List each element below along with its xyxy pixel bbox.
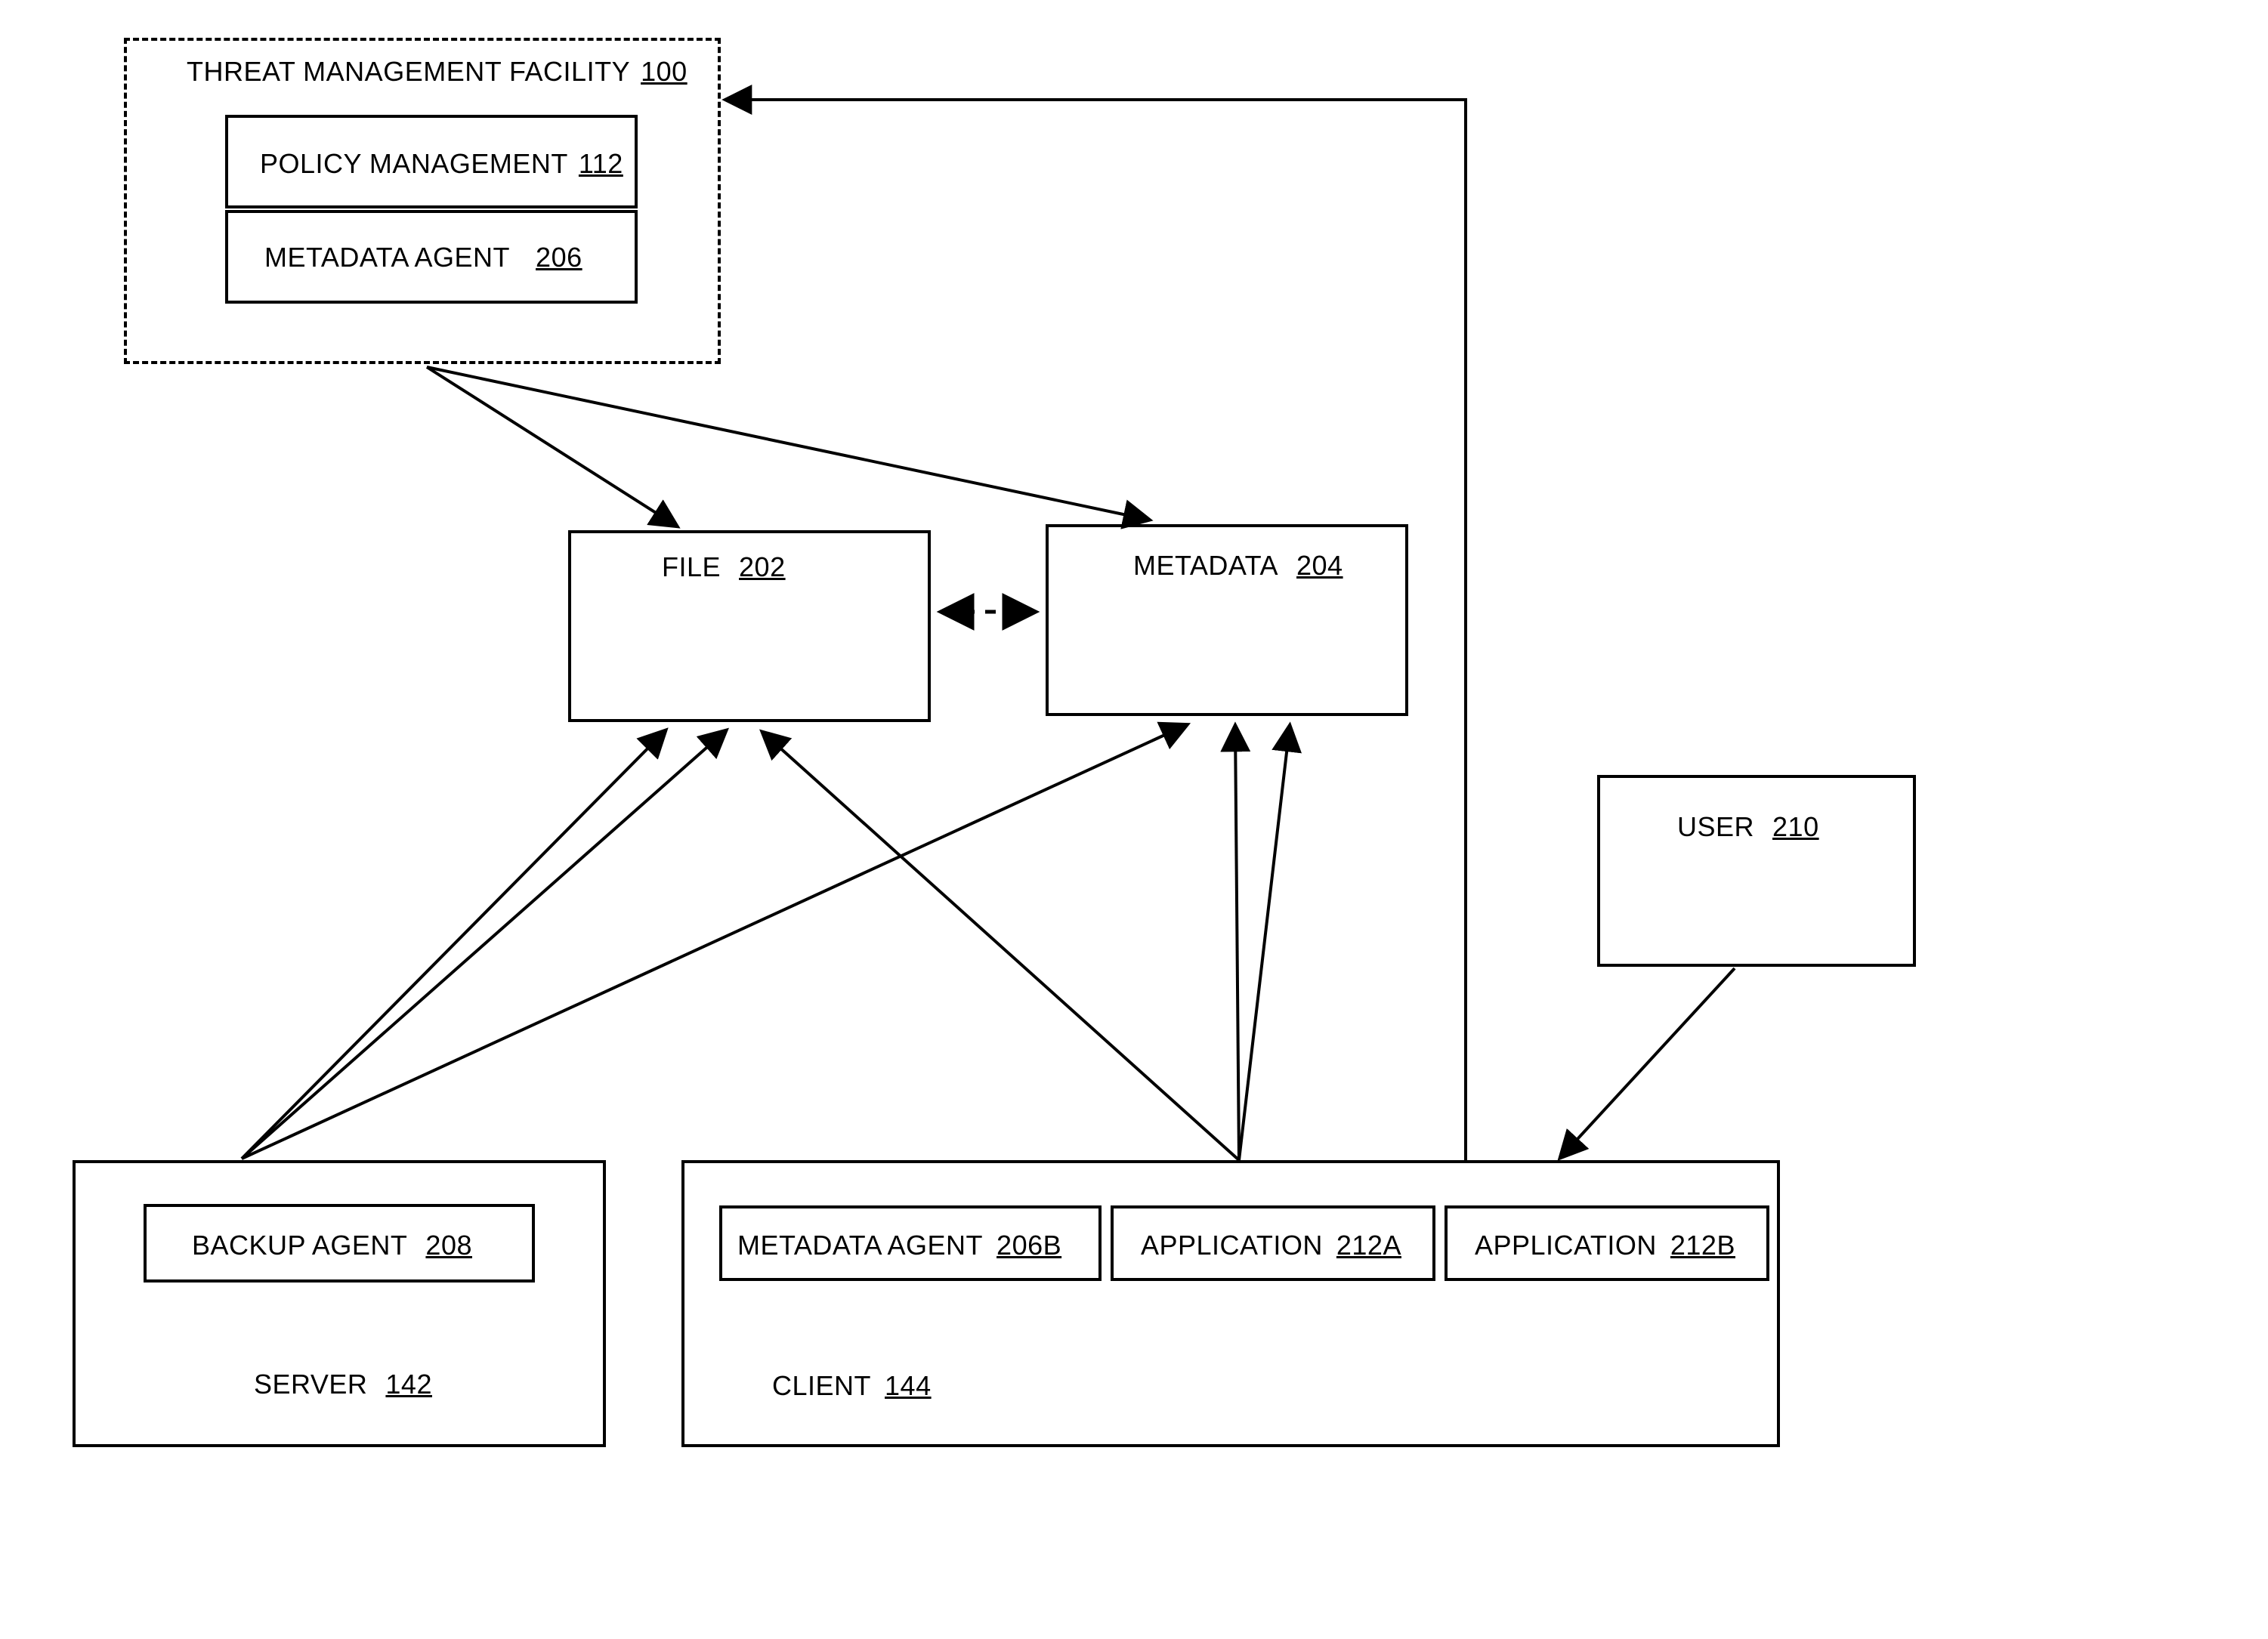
client-title: CLIENT144	[772, 1370, 932, 1402]
user-box	[1597, 775, 1916, 967]
policy-title: POLICY MANAGEMENT112	[260, 148, 623, 180]
metadata-agent-title: METADATA AGENT206	[264, 242, 582, 273]
tmf-title: THREAT MANAGEMENT FACILITY100	[187, 56, 688, 88]
server-box	[73, 1160, 606, 1447]
backup-agent-title: BACKUP AGENT208	[192, 1230, 472, 1261]
file-title: FILE202	[662, 551, 786, 583]
application-a-title: APPLICATION212A	[1141, 1230, 1401, 1261]
metadata-title: METADATA204	[1133, 550, 1343, 582]
server-title: SERVER142	[254, 1369, 432, 1400]
user-title: USER210	[1677, 811, 1819, 843]
diagram-canvas: THREAT MANAGEMENT FACILITY100 POLICY MAN…	[0, 0, 2268, 1639]
metadata-agent-b-title: METADATA AGENT206B	[737, 1230, 1061, 1261]
client-box	[681, 1160, 1780, 1447]
application-b-title: APPLICATION212B	[1475, 1230, 1735, 1261]
